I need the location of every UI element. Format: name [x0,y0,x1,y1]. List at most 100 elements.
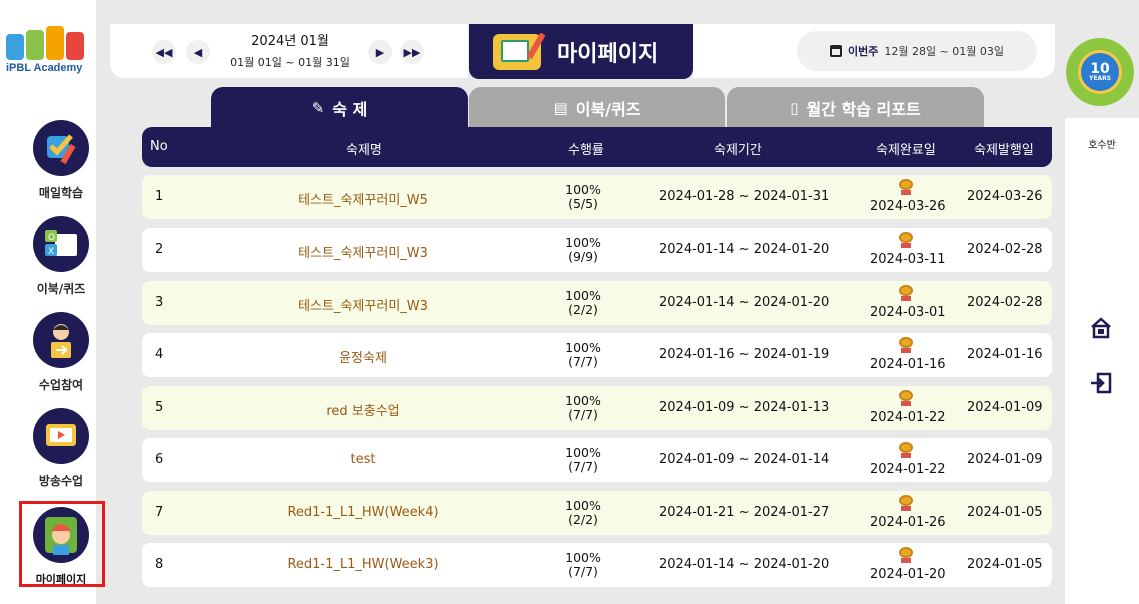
col-no: No [150,139,168,154]
class-join-icon [33,312,89,368]
mypage-title-icon [493,31,546,70]
completion-rate: 100% (2/2) [553,289,613,317]
table-row[interactable]: 8 Red1-1_L1_HW(Week3) 100% (7/7) 2024-01-14 … [142,543,1052,587]
medal-icon [899,495,913,511]
homework-name-link[interactable]: Red1-1_L1_HW(Week3) [263,557,463,572]
book-icon: ▤ [553,99,568,117]
homework-name-link[interactable]: 테스트_숙제꾸러미_W5 [263,189,463,208]
row-no: 1 [155,189,164,204]
current-year-month: 2024년 01월 [251,34,329,49]
table-row[interactable]: 1 테스트_숙제꾸러미_W5 100% (5/5) 2024-01-28 ~ 2024-… [142,175,1052,219]
homework-name-link[interactable]: 윤정숙제 [263,347,463,366]
issued-date: 2024-01-05 [967,505,1043,520]
tab-label: 이북/퀴즈 [575,100,641,119]
tab-homework[interactable]: ✎ 숙 제 [211,87,468,129]
table-row[interactable]: 4 윤정숙제 100% (7/7) 2024-01-16 ~ 2024-01-19 202… [142,333,1052,377]
tab-label: 월간 학습 리포트 [806,100,921,119]
completed-date: 2024-01-22 [870,462,946,477]
row-no: 4 [155,347,164,362]
tab-monthly-report[interactable]: ▯ 월간 학습 리포트 [727,87,984,129]
medal-icon [899,232,913,248]
completion-rate: 100% (7/7) [553,446,613,474]
sidebar-item-label: 방송수업 [38,474,84,488]
rate-percent: 100% [565,498,601,513]
homework-name-link[interactable]: Red1-1_L1_HW(Week4) [263,505,463,520]
active-selection-highlight [19,501,105,587]
homework-name-link[interactable]: test [263,452,463,467]
tab-ebook-quiz[interactable]: ▤ 이북/퀴즈 [469,87,725,129]
row-no: 3 [155,295,164,310]
rate-percent: 100% [565,288,601,303]
issued-date: 2024-01-09 [967,452,1043,467]
rate-count: (7/7) [568,564,598,579]
left-arrow-icon: ◀ [193,45,203,59]
table-row[interactable]: 2 테스트_숙제꾸러미_W3 100% (9/9) 2024-01-14 ~ 2024-… [142,228,1052,272]
sidebar-item-ebook-quiz[interactable]: OX 이북/퀴즈 [14,216,108,297]
badge-number: 10 [1090,61,1110,77]
clipboard-icon: ▯ [790,99,799,117]
home-icon[interactable] [1088,316,1114,342]
table-row[interactable]: 3 테스트_숙제꾸러미_W3 100% (2/2) 2024-01-14 ~ 2024-… [142,281,1052,325]
svg-text:X: X [48,247,54,257]
ebook-quiz-icon: OX [33,216,89,272]
next-month-button[interactable]: ▶ [368,40,392,64]
next-year-button[interactable]: ▶▶ [400,40,424,64]
table-row[interactable]: 6 test 100% (7/7) 2024-01-09 ~ 2024-01-14 202… [142,438,1052,482]
completion-rate: 100% (5/5) [553,183,613,211]
page-header: 마이페이지 [469,24,693,79]
page-title: 마이페이지 [557,41,659,67]
logout-icon[interactable] [1088,371,1114,397]
medal-icon [899,442,913,458]
rate-percent: 100% [565,393,601,408]
sidebar-item-class-join[interactable]: 수업참여 [14,312,108,393]
rate-count: (2/2) [568,302,598,317]
homework-name-link[interactable]: 테스트_숙제꾸러미_W3 [263,242,463,261]
current-month-range: 01월 01일 ~ 01월 31일 [230,56,350,69]
completion-rate: 100% (7/7) [553,394,613,422]
table-row[interactable]: 7 Red1-1_L1_HW(Week4) 100% (2/2) 2024-01-21 … [142,491,1052,535]
row-no: 5 [155,400,164,415]
double-right-arrow-icon: ▶▶ [403,45,421,59]
medal-icon [899,390,913,406]
sidebar-item-broadcast[interactable]: 방송수업 [14,408,108,489]
ipbl-logo[interactable]: iPBL Academy [6,26,92,78]
logo-text: iPBL Academy [6,62,83,74]
table-row[interactable]: 5 red 보충수업 100% (7/7) 2024-01-09 ~ 2024-01-1… [142,386,1052,430]
this-week-pill[interactable]: 이번주 12월 28일 ~ 01월 03일 [797,31,1037,71]
prev-year-button[interactable]: ◀◀ [152,40,176,64]
row-no: 7 [155,505,164,520]
completed-date: 2024-01-22 [870,410,946,425]
sidebar-item-daily-study[interactable]: 매일학습 [14,120,108,201]
homework-name-link[interactable]: red 보충수업 [263,400,463,419]
rate-percent: 100% [565,235,601,250]
issued-date: 2024-02-28 [967,295,1043,310]
completed-date: 2024-03-26 [870,199,946,214]
col-completed-date: 숙제완료일 [876,143,936,158]
rate-count: (7/7) [568,407,598,422]
medal-icon [899,547,913,563]
medal-icon [899,179,913,195]
right-arrow-icon: ▶ [375,45,385,59]
svg-text:O: O [48,233,55,243]
issued-date: 2024-02-28 [967,242,1043,257]
issued-date: 2024-01-09 [967,400,1043,415]
class-name: 호수반 [1088,140,1116,151]
completed-date: 2024-01-20 [870,567,946,582]
completion-rate: 100% (7/7) [553,341,613,369]
homework-name-link[interactable]: 테스트_숙제꾸러미_W3 [263,295,463,314]
col-issued-date: 숙제발행일 [974,143,1034,158]
medal-icon [899,337,913,353]
col-completion-rate: 수행률 [568,143,604,158]
this-week-label: 이번주 [847,45,879,58]
homework-period: 2024-01-21 ~ 2024-01-27 [659,505,830,520]
badge-text: YEARS [1088,75,1112,82]
prev-month-button[interactable]: ◀ [186,40,210,64]
row-no: 8 [155,557,164,572]
rate-percent: 100% [565,445,601,460]
table-header: No 숙제명 수행률 숙제기간 숙제완료일 숙제발행일 [142,127,1052,167]
rate-percent: 100% [565,550,601,565]
rate-count: (7/7) [568,459,598,474]
medal-icon [899,285,913,301]
col-homework-period: 숙제기간 [714,143,762,158]
daily-study-icon [33,120,89,176]
